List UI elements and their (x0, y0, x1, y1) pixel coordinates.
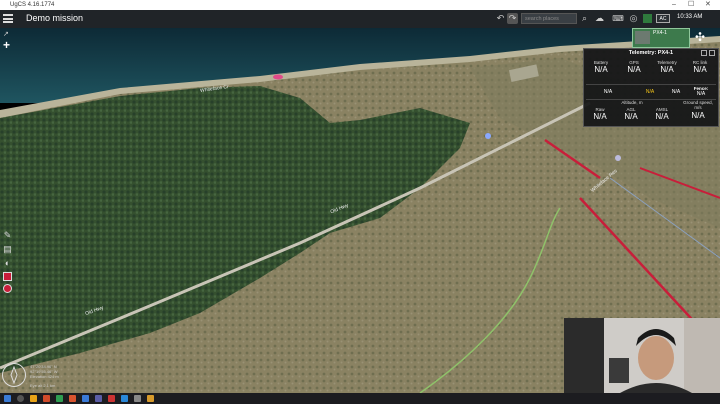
app-icon[interactable] (43, 395, 50, 402)
ground-speed-header: Ground speed, m/s (683, 100, 713, 110)
panel-layout-icon[interactable] (701, 50, 707, 56)
map-top-tools: ↗ + (3, 30, 10, 51)
app-icon[interactable] (147, 395, 154, 402)
alt-raw-cell: Raw N/A (593, 107, 607, 121)
webcam-overlay (564, 318, 720, 393)
battery-icon[interactable] (643, 14, 652, 23)
menu-icon[interactable] (3, 14, 13, 23)
drone-icon[interactable]: ✣ (692, 30, 708, 44)
gps-cell: GPS N/A (627, 60, 641, 74)
status-cell-3: N/A (671, 89, 681, 95)
status-cell-2: N/A (645, 89, 655, 95)
redo-icon[interactable]: ↷ (507, 13, 518, 24)
search-input[interactable]: search places (521, 13, 577, 24)
vehicle-card[interactable]: PX4-1 (632, 28, 690, 48)
window-title: UgCS 4.16.1774 (10, 2, 55, 8)
fence-cell: Fence: N/A (693, 86, 709, 97)
telemetry-cell: Telemetry N/A (657, 60, 677, 74)
vehicle-name: PX4-1 (653, 30, 667, 36)
settings-icon[interactable]: ☁ (594, 13, 605, 24)
start-icon[interactable] (4, 395, 11, 402)
app-icon[interactable] (134, 395, 141, 402)
ruler-icon[interactable]: ✎ (2, 230, 13, 241)
search-taskbar-icon[interactable] (17, 395, 24, 402)
os-taskbar (0, 393, 720, 404)
eye-altitude: Eye alt 2.1 km (30, 383, 56, 388)
coordinates-readout: 47°20'34.96" N 92°19'55.46" W Elevation … (30, 364, 59, 379)
plus-icon[interactable]: + (3, 39, 10, 51)
app-icon[interactable] (95, 395, 102, 402)
app-icon[interactable] (108, 395, 115, 402)
search-icon[interactable]: ⌕ (579, 13, 590, 24)
mission-name[interactable]: Demo mission (26, 13, 83, 23)
rc-link-cell: RC link N/A (692, 60, 708, 74)
drone-thumbnail (635, 31, 650, 44)
panel-grid-icon[interactable] (709, 50, 715, 56)
keyboard-icon[interactable]: ⌨ (610, 13, 626, 24)
telemetry-panel: Telemetry: PX4-1 Battery N/A GPS N/A Telem… (583, 48, 719, 127)
layers-icon[interactable]: ▤ (2, 244, 13, 255)
clock: 10:33 AM (677, 14, 703, 20)
alt-agl-cell: AGL N/A (624, 107, 638, 121)
telemetry-title: Telemetry: PX4-1 (628, 50, 674, 56)
minimize-button[interactable]: – (672, 0, 676, 10)
compass-icon[interactable] (2, 363, 26, 387)
ground-speed-cell: N/A (691, 111, 705, 120)
maximize-button[interactable]: ☐ (688, 0, 694, 10)
app-icon[interactable] (121, 395, 128, 402)
close-button[interactable]: ✕ (705, 0, 711, 10)
ac-indicator[interactable]: AC (656, 14, 670, 23)
battery-cell: Battery N/A (593, 60, 609, 74)
left-toolbar: ✎ ▤ ◐ (2, 230, 14, 295)
alt-amsl-cell: AMSL N/A (655, 107, 669, 121)
app-icon[interactable] (56, 395, 63, 402)
app-toolbar: Demo mission ↶ ↷ search places ⌕ ☁ ⌨ ◎ A… (0, 10, 720, 28)
camera-icon[interactable]: ◎ (628, 13, 639, 24)
app-icon[interactable] (69, 395, 76, 402)
status-cell-1: N/A (603, 89, 613, 95)
window-title-bar: UgCS 4.16.1774 – ☐ ✕ (0, 0, 720, 10)
camera-view-icon[interactable]: ◐ (2, 258, 13, 269)
altitude-header: Altitude, m (621, 100, 643, 105)
route-area-icon[interactable] (3, 272, 12, 281)
undo-icon[interactable]: ↶ (495, 13, 506, 24)
explorer-icon[interactable] (30, 395, 37, 402)
app-icon[interactable] (82, 395, 89, 402)
divider (586, 84, 716, 85)
route-circle-icon[interactable] (3, 284, 12, 293)
